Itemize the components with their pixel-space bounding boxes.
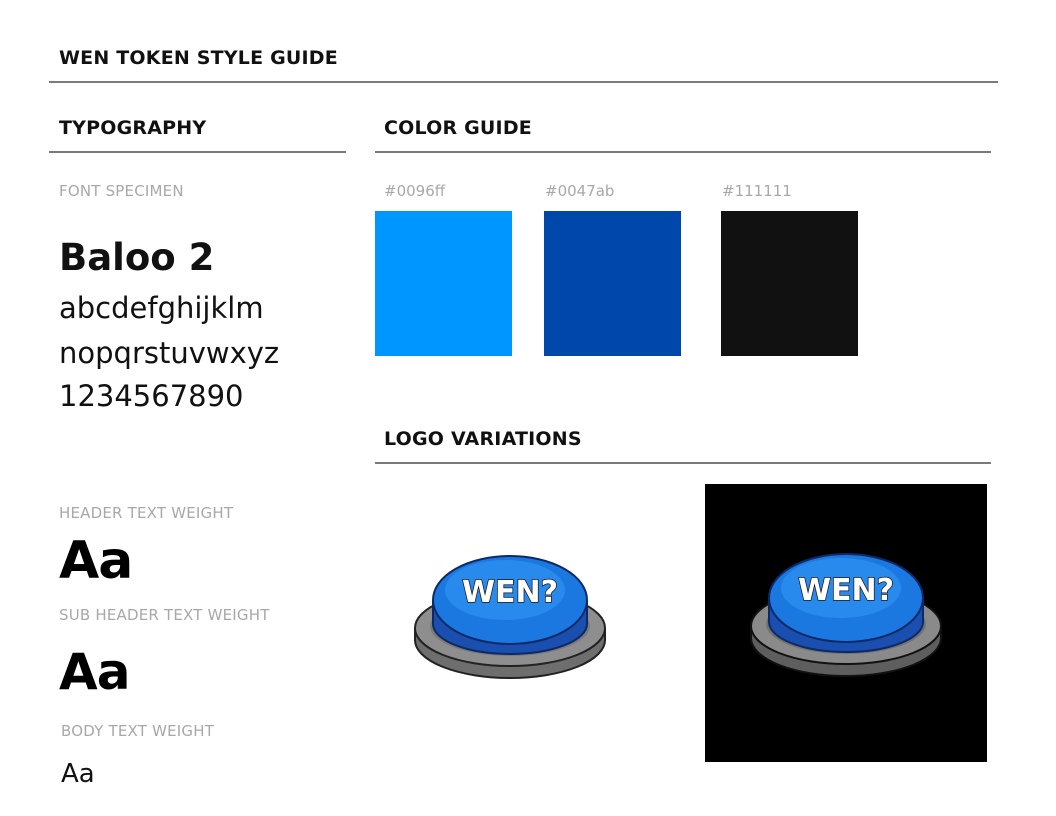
body-weight-sample: Aa: [61, 759, 95, 789]
swatch-hex-dark: #111111: [722, 182, 792, 200]
swatch-secondary: [544, 211, 681, 356]
logo-dark-text: WEN?: [798, 573, 894, 608]
logo-light-variant: WEN?: [405, 540, 615, 690]
specimen-numerals: 1234567890: [59, 379, 244, 413]
subheader-weight-sample: Aa: [59, 643, 130, 701]
logo-variations-divider: [375, 462, 991, 464]
logo-light-text: WEN?: [462, 575, 558, 610]
subheader-weight-caption: SUB HEADER TEXT WEIGHT: [59, 606, 270, 624]
specimen-lowercase-1: abcdefghijklm: [59, 291, 264, 325]
font-specimen-caption: FONT SPECIMEN: [59, 182, 184, 200]
logo-variations-heading: LOGO VARIATIONS: [384, 428, 582, 450]
swatch-primary: [375, 211, 512, 356]
header-weight-sample: Aa: [59, 531, 133, 591]
header-weight-caption: HEADER TEXT WEIGHT: [59, 504, 234, 522]
swatch-hex-secondary: #0047ab: [545, 182, 615, 200]
swatch-hex-primary: #0096ff: [384, 182, 446, 200]
wen-button-logo: WEN?: [414, 555, 606, 679]
wen-button-logo-dark: WEN?: [750, 553, 942, 677]
color-guide-heading: COLOR GUIDE: [384, 117, 532, 139]
typography-divider: [49, 151, 346, 153]
page-title: WEN TOKEN STYLE GUIDE: [59, 47, 338, 69]
typography-heading: TYPOGRAPHY: [59, 117, 207, 139]
specimen-lowercase-2: nopqrstuvwxyz: [59, 336, 280, 370]
swatch-dark: [721, 211, 858, 356]
header-divider: [49, 81, 998, 83]
logo-dark-variant: WEN?: [705, 484, 987, 762]
font-name: Baloo 2: [59, 236, 215, 279]
color-guide-divider: [375, 151, 991, 153]
body-weight-caption: BODY TEXT WEIGHT: [61, 722, 215, 740]
